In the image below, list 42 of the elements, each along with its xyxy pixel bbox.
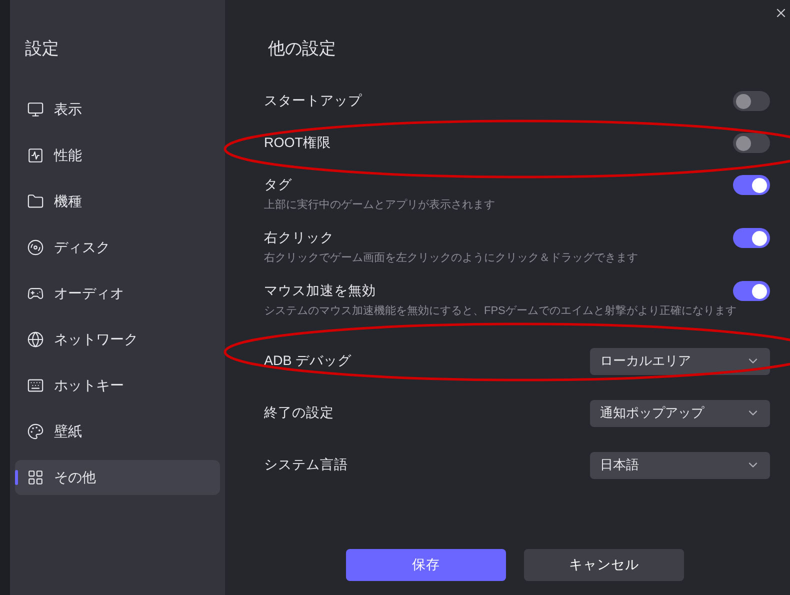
sidebar-item[interactable]: ネットワーク	[15, 322, 220, 357]
setting-label: ROOT権限	[264, 134, 331, 152]
page-title: 他の設定	[267, 38, 337, 60]
sidebar-item[interactable]: ホットキー	[15, 368, 220, 403]
monitor-icon	[27, 101, 44, 118]
sidebar-item[interactable]: ディスク	[15, 230, 220, 265]
disc-icon	[27, 239, 44, 256]
globe-icon	[27, 331, 44, 348]
sidebar-item[interactable]: オーディオ	[15, 276, 220, 311]
keyboard-icon	[27, 377, 44, 394]
toggle-switch[interactable]	[733, 228, 770, 248]
pulse-icon	[27, 147, 44, 164]
sidebar-title: 設定	[24, 38, 60, 60]
setting-label: タグ	[264, 176, 292, 194]
setting-label: マウス加速を無効	[264, 282, 376, 300]
setting-label: 右クリック	[264, 228, 334, 247]
setting-label: 終了の設定	[264, 404, 334, 422]
dropdown[interactable]: ローカルエリア	[590, 348, 770, 374]
sidebar-item[interactable]: 表示	[15, 92, 220, 127]
setting-label: ADB デバッグ	[264, 352, 352, 370]
sidebar-item[interactable]: 性能	[15, 138, 220, 173]
grid-icon	[27, 469, 44, 486]
folder-icon	[27, 193, 44, 210]
setting-description: システムのマウス加速機能を無効にすると、FPSゲームでのエイムと射撃がより正確になります	[264, 304, 738, 319]
cancel-button[interactable]: キャンセル	[524, 549, 684, 581]
dropdown[interactable]: 日本語	[590, 452, 770, 478]
toggle-switch[interactable]	[733, 281, 770, 301]
palette-icon	[27, 423, 44, 440]
sidebar-item[interactable]: 機種	[15, 184, 220, 219]
setting-description: 右クリックでゲーム画面を左クリックのようにクリック＆ドラッグできます	[264, 251, 639, 266]
dropdown[interactable]: 通知ポップアップ	[590, 400, 770, 426]
gamepad-icon	[27, 285, 44, 302]
toggle-switch[interactable]	[733, 175, 770, 195]
sidebar-item[interactable]: その他	[15, 460, 220, 495]
setting-label: システム言語	[264, 456, 348, 474]
toggle-switch[interactable]	[733, 133, 770, 153]
save-button[interactable]: 保存	[346, 549, 506, 581]
sidebar-item[interactable]: 壁紙	[15, 414, 220, 449]
close-icon[interactable]	[774, 6, 788, 20]
setting-description: 上部に実行中のゲームとアプリが表示されます	[264, 198, 496, 213]
toggle-switch[interactable]	[733, 91, 770, 111]
setting-label: スタートアップ	[264, 92, 362, 110]
